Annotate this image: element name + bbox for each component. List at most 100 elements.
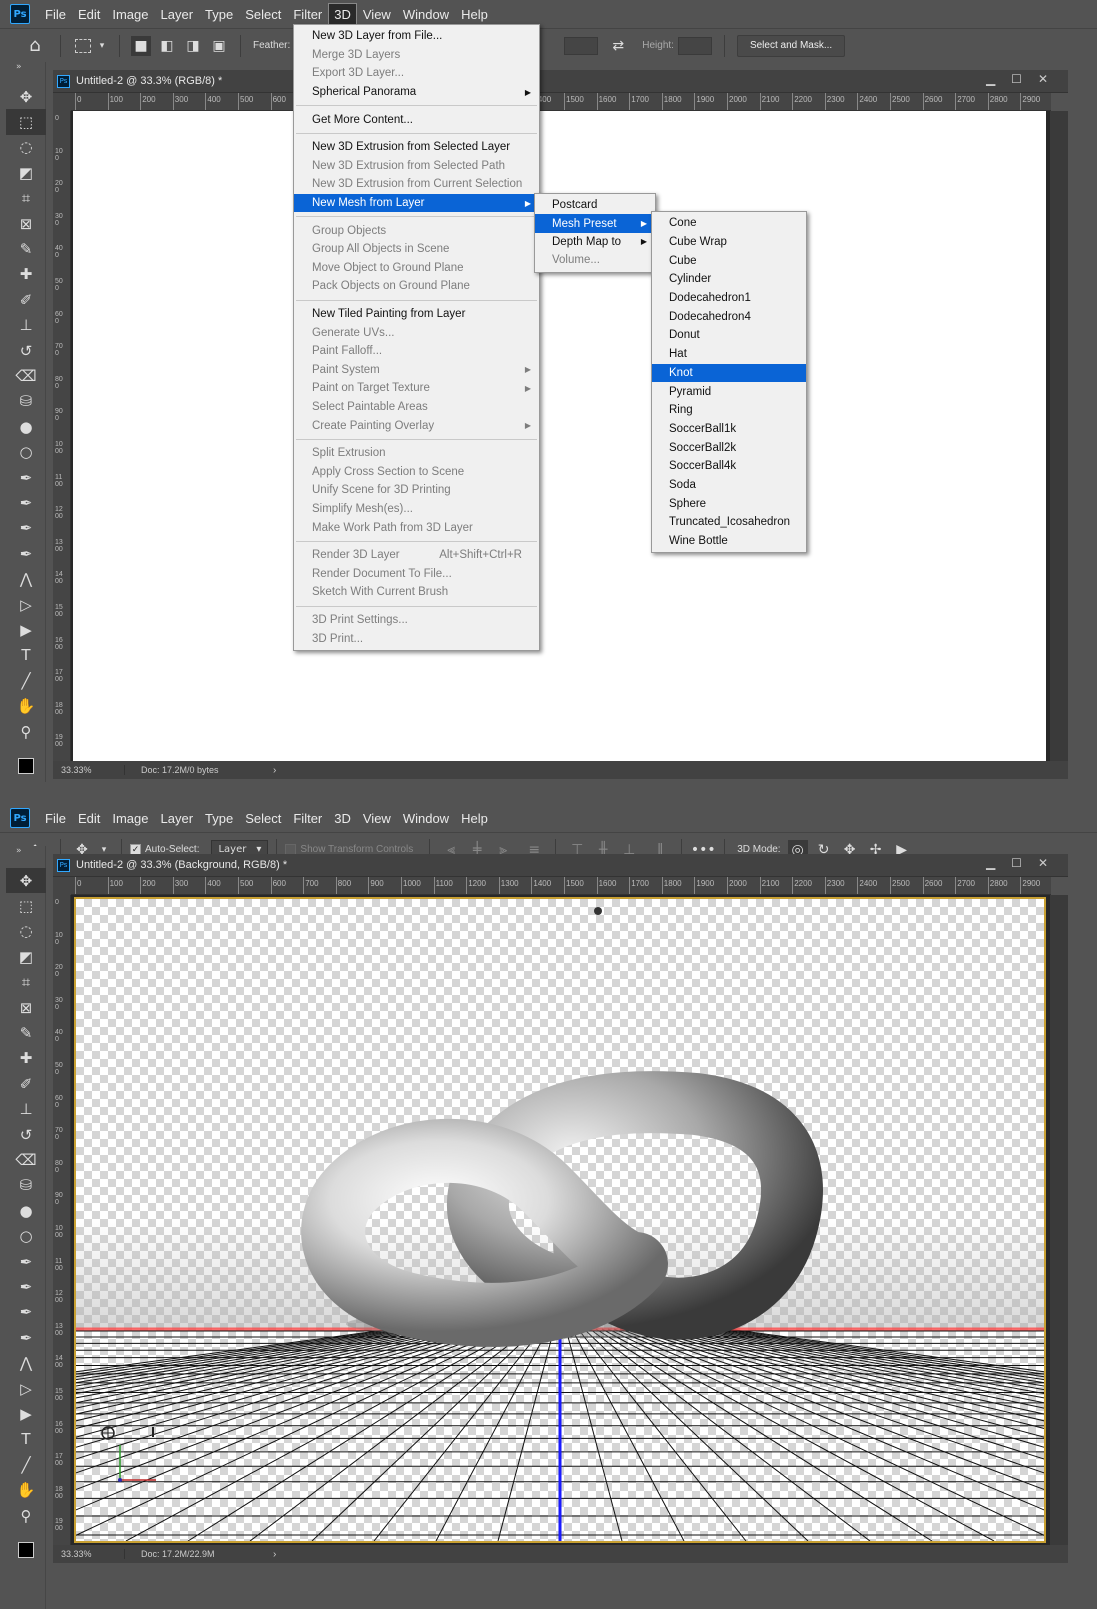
color-swatch[interactable]	[18, 758, 34, 775]
pen-tool-icon[interactable]: ✒	[6, 465, 46, 490]
eraser-tool-icon[interactable]: ⌫	[6, 1147, 46, 1172]
canvas-area[interactable]	[71, 895, 1068, 1545]
collapse-icon[interactable]: »	[16, 62, 22, 72]
lasso-tool-icon[interactable]: ◌	[6, 919, 46, 944]
vertical-scrollbar[interactable]	[1050, 895, 1068, 1545]
history-brush-tool-icon[interactable]: ↺	[6, 1122, 46, 1147]
direct-select-tool-icon[interactable]: ▶	[6, 617, 46, 642]
menu-item-soccerball4k[interactable]: SoccerBall4k	[652, 457, 806, 476]
close-icon[interactable]: ✕	[1038, 72, 1048, 86]
home-icon[interactable]: ⌂	[18, 32, 52, 60]
menu-item-cone[interactable]: Cone	[652, 214, 806, 233]
menu-item-ring[interactable]: Ring	[652, 401, 806, 420]
menu-item-pyramid[interactable]: Pyramid	[652, 382, 806, 401]
stamp-tool-icon[interactable]: ⊥	[6, 313, 46, 338]
menu-item-new-mesh-from-layer[interactable]: New Mesh from Layer ▶	[294, 193, 539, 213]
add-selection-icon[interactable]: ◧	[157, 36, 177, 56]
direct-select-tool-icon[interactable]: ▶	[6, 1401, 46, 1426]
bucket-tool-icon[interactable]: ⛁	[6, 389, 46, 414]
hand-tool-icon[interactable]: ✋	[6, 694, 46, 719]
zoom-tool-icon[interactable]: ⚲	[6, 1503, 46, 1528]
swap-icon[interactable]: ⇄	[608, 36, 628, 56]
menu-item-soccerball1k[interactable]: SoccerBall1k	[652, 420, 806, 439]
subtract-selection-icon[interactable]: ◨	[183, 36, 203, 56]
menu-help[interactable]: Help	[456, 4, 493, 25]
path-select-tool-icon[interactable]: ▷	[6, 592, 46, 617]
menu-type[interactable]: Type	[200, 4, 238, 25]
rect-marquee-icon[interactable]	[75, 38, 91, 53]
document-tab[interactable]: Ps Untitled-2 @ 33.3% (Background, RGB/8…	[53, 854, 1068, 877]
menu-edit[interactable]: Edit	[73, 808, 105, 829]
document-tab[interactable]: Ps Untitled-2 @ 33.3% (RGB/8) * ▁ ☐ ✕	[53, 70, 1068, 93]
stamp-tool-icon[interactable]: ⊥	[6, 1097, 46, 1122]
collapse-icon[interactable]: »	[16, 846, 22, 856]
close-icon[interactable]: ✕	[1038, 856, 1048, 870]
line-tool-icon[interactable]: ╱	[6, 668, 46, 693]
menu-image[interactable]: Image	[107, 808, 153, 829]
object-select-tool-icon[interactable]: ◩	[6, 944, 46, 969]
crop-tool-icon[interactable]: ⌗	[6, 970, 46, 995]
menu-select[interactable]: Select	[240, 4, 286, 25]
zoom-tool-icon[interactable]: ⚲	[6, 719, 46, 744]
menu-item-spherical-panorama[interactable]: Spherical Panorama ▶	[294, 83, 539, 102]
freeform-pen-tool-icon[interactable]: ✒	[6, 490, 46, 515]
menu-item-new-3d-extrusion-from-selected-layer[interactable]: New 3D Extrusion from Selected Layer	[294, 138, 539, 157]
menu-item-dodecahedron4[interactable]: Dodecahedron4	[652, 307, 806, 326]
new-selection-icon[interactable]: ■	[131, 35, 151, 56]
frame-tool-icon[interactable]: ⊠	[6, 211, 46, 236]
frame-tool-icon[interactable]: ⊠	[6, 995, 46, 1020]
bucket-tool-icon[interactable]: ⛁	[6, 1173, 46, 1198]
menu-item-cube[interactable]: Cube	[652, 251, 806, 270]
select-and-mask-button[interactable]: Select and Mask...	[736, 34, 846, 57]
eyedropper-tool-icon[interactable]: ✎	[6, 236, 46, 261]
menu-item-donut[interactable]: Donut	[652, 326, 806, 345]
type-tool-icon[interactable]: T	[6, 1427, 46, 1452]
menu-view[interactable]: View	[358, 4, 396, 25]
history-brush-tool-icon[interactable]: ↺	[6, 338, 46, 363]
healing-tool-icon[interactable]: ✚	[6, 1046, 46, 1071]
maximize-icon[interactable]: ☐	[1011, 856, 1022, 870]
add-anchor-tool-icon[interactable]: ✒	[6, 516, 46, 541]
eyedropper-tool-icon[interactable]: ✎	[6, 1020, 46, 1045]
zoom-level[interactable]: 33.33%	[53, 765, 125, 775]
light-icon[interactable]	[594, 907, 602, 915]
move-tool-icon[interactable]: ✥	[6, 868, 46, 894]
menu-item-knot[interactable]: Knot	[652, 363, 806, 383]
move-tool-icon[interactable]: ✥	[6, 84, 46, 109]
menu-item-soccerball2k[interactable]: SoccerBall2k	[652, 438, 806, 457]
menu-file[interactable]: File	[40, 808, 71, 829]
menu-layer[interactable]: Layer	[156, 4, 199, 25]
minimize-icon[interactable]: ▁	[986, 72, 995, 86]
menu-item-new-tiled-painting-from-layer[interactable]: New Tiled Painting from Layer	[294, 305, 539, 324]
convert-point-tool-icon[interactable]: ⋀	[6, 567, 46, 592]
menu-item-sphere[interactable]: Sphere	[652, 494, 806, 513]
freeform-pen-tool-icon[interactable]: ✒	[6, 1274, 46, 1299]
menu-select[interactable]: Select	[240, 808, 286, 829]
menu-view[interactable]: View	[358, 808, 396, 829]
zoom-level[interactable]: 33.33%	[53, 1549, 125, 1559]
menu-item-dodecahedron1[interactable]: Dodecahedron1	[652, 289, 806, 308]
marquee-tool-icon[interactable]: ⬚	[6, 109, 46, 135]
line-tool-icon[interactable]: ╱	[6, 1452, 46, 1477]
marquee-tool-icon[interactable]: ⬚	[6, 893, 46, 918]
status-menu-icon[interactable]: ›	[273, 765, 276, 776]
menu-item-depth-map-to[interactable]: Depth Map to ▶	[535, 233, 655, 251]
blur-tool-icon[interactable]: ●	[6, 414, 46, 439]
menu-window[interactable]: Window	[398, 808, 454, 829]
blur-tool-icon[interactable]: ●	[6, 1198, 46, 1223]
lasso-tool-icon[interactable]: ◌	[6, 135, 46, 160]
status-menu-icon[interactable]: ›	[273, 1549, 276, 1560]
chevron-down-icon[interactable]: ▾	[96, 36, 108, 56]
width-input[interactable]	[564, 36, 599, 55]
menu-filter[interactable]: Filter	[288, 808, 327, 829]
menu-help[interactable]: Help	[456, 808, 493, 829]
vertical-scrollbar[interactable]	[1050, 111, 1068, 761]
minimize-icon[interactable]: ▁	[986, 856, 995, 870]
menu-item-mesh-preset[interactable]: Mesh Preset ▶	[535, 214, 655, 233]
menu-edit[interactable]: Edit	[73, 4, 105, 25]
object-select-tool-icon[interactable]: ◩	[6, 160, 46, 185]
menu-item-truncated-icosahedron[interactable]: Truncated_Icosahedron	[652, 513, 806, 532]
dodge-tool-icon[interactable]: ○	[6, 1224, 46, 1249]
menu-3d[interactable]: 3D	[328, 2, 357, 26]
type-tool-icon[interactable]: T	[6, 643, 46, 668]
